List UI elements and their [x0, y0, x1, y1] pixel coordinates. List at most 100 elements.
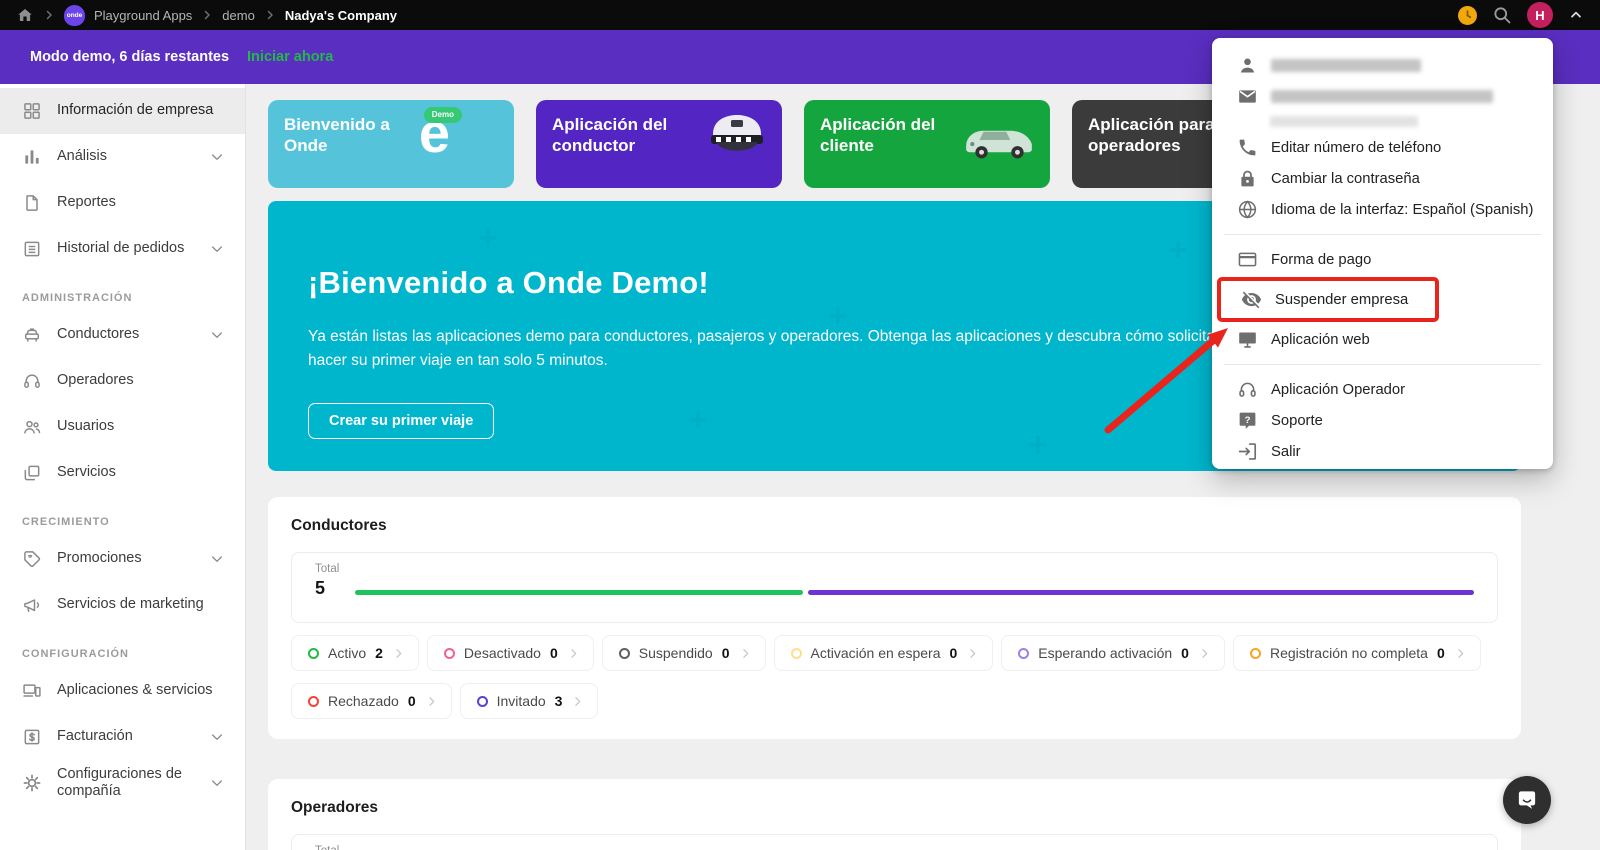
sidebar-item-label: Operadores [57, 372, 134, 389]
taxi-icon [22, 325, 42, 345]
sidebar-item-operadores[interactable]: Operadores [0, 358, 245, 404]
lock-icon [1237, 168, 1258, 189]
sidebar-item-label: Aplicaciones & servicios [57, 682, 213, 699]
sidebar-item-label: Servicios de marketing [57, 596, 204, 613]
status-chip-invitado[interactable]: Invitado 3 [459, 683, 599, 719]
envelope-icon [1237, 86, 1258, 107]
status-chip-registracion-no-completa[interactable]: Registración no completa 0 [1232, 635, 1481, 671]
dashboard-icon [22, 101, 42, 121]
phone-icon [1237, 137, 1258, 158]
sidebar-item-label: Usuarios [57, 418, 115, 435]
chevron-down-icon [209, 551, 225, 567]
menu-item-soporte[interactable]: ? Soporte [1212, 405, 1553, 436]
driver-status-chips-row-1: Activo 2 Desactivado 0 Suspendido 0 Activación… [291, 635, 1498, 671]
sidebar-item-label: Promociones [57, 550, 142, 567]
sidebar-section-header: CRECIMIENTO [22, 516, 110, 528]
status-chip-esperando-activacion[interactable]: Esperando activación 0 [1001, 635, 1225, 671]
create-first-ride-button[interactable]: Crear su primer viaje [308, 403, 495, 440]
start-now-link[interactable]: Iniciar ahora [247, 49, 333, 65]
menu-item-salir[interactable]: Salir [1212, 436, 1553, 467]
list-icon [22, 239, 42, 259]
sidebar-item-aplicaciones-servicios[interactable]: Aplicaciones & servicios [0, 668, 245, 714]
sidebar-item-informacion-de-empresa[interactable]: Información de empresa [0, 88, 245, 134]
operators-card: Operadores Total [268, 779, 1521, 850]
sidebar-item-label: Reportes [57, 194, 116, 211]
chat-launcher-button[interactable] [1503, 776, 1551, 824]
demo-banner-text: Modo demo, 6 días restantes [30, 49, 230, 65]
breadcrumb-demo[interactable]: demo [222, 8, 255, 23]
users-icon [22, 417, 42, 437]
chevron-down-icon [209, 775, 225, 791]
sidebar-item-reportes[interactable]: Reportes [0, 180, 245, 226]
sidebar-item-servicios-de-marketing[interactable]: Servicios de marketing [0, 582, 245, 628]
operators-total-panel: Total [291, 834, 1498, 850]
headset-icon [22, 371, 42, 391]
menu-divider [1224, 234, 1541, 235]
menu-item-label: Aplicación Operador [1271, 381, 1406, 398]
search-icon[interactable] [1492, 5, 1512, 25]
menu-item-label: Editar número de teléfono [1271, 139, 1442, 156]
promo-card-client-app[interactable]: Aplicación del cliente [804, 100, 1050, 188]
promo-card-title: Bienvenido a Onde [284, 115, 390, 155]
user-avatar[interactable]: H [1527, 2, 1553, 28]
sidebar-item-historial-de-pedidos[interactable]: Historial de pedidos [0, 226, 245, 272]
chip-count: 0 [1181, 645, 1189, 661]
user-email-blurred-line2 [1270, 116, 1418, 127]
status-chip-rechazado[interactable]: Rechazado 0 [291, 683, 452, 719]
sidebar-item-configuraciones-de-compania[interactable]: Configuraciones de compañía [0, 760, 245, 806]
menu-item-label: Cambiar la contraseña [1271, 170, 1420, 187]
onde-logo[interactable]: onde [64, 4, 85, 26]
menu-item-editar-numero-de-telefono[interactable]: Editar número de teléfono [1212, 132, 1553, 163]
sidebar-item-usuarios[interactable]: Usuarios [0, 404, 245, 450]
status-chip-activo[interactable]: Activo 2 [291, 635, 419, 671]
chevron-right-icon [425, 695, 438, 708]
chevron-right-icon [567, 647, 580, 660]
menu-item-cambiar-la-contrasena[interactable]: Cambiar la contraseña [1212, 163, 1553, 194]
status-chip-activacion-en-espera[interactable]: Activación en espera 0 [773, 635, 994, 671]
chip-label: Invitado [496, 693, 546, 709]
chevron-right-icon [392, 647, 405, 660]
promo-card-title: Aplicación del conductor [552, 115, 668, 155]
menu-item-forma-de-pago[interactable]: Forma de pago [1212, 244, 1553, 275]
chevron-right-icon [739, 647, 752, 660]
status-dot-icon [1249, 647, 1261, 659]
sidebar-item-label: Facturación [57, 728, 133, 745]
trial-clock-icon[interactable] [1458, 5, 1477, 25]
sidebar-item-servicios[interactable]: Servicios [0, 450, 245, 496]
chevron-right-icon [43, 9, 55, 21]
account-dropdown-menu: Editar número de teléfono Cambiar la cont… [1212, 38, 1553, 469]
sidebar-item-promociones[interactable]: Promociones [0, 536, 245, 582]
megaphone-icon [22, 595, 42, 615]
sidebar: Información de empresa Análisis Reportes Hi… [0, 84, 246, 850]
client-car-icon [960, 118, 1038, 170]
menu-item-aplicacion-operador[interactable]: Aplicación Operador [1212, 374, 1553, 405]
menu-item-aplicacion-web[interactable]: Aplicación web [1212, 324, 1553, 355]
menu-item-idioma-de-la-interfaz-espanol-spanish[interactable]: Idioma de la interfaz: Español (Spanish) [1212, 194, 1553, 225]
user-email-blurred [1271, 90, 1493, 103]
chat-bubble-icon [1514, 787, 1540, 813]
menu-item-label: Forma de pago [1271, 251, 1372, 268]
chevron-down-icon [209, 729, 225, 745]
status-chip-desactivado[interactable]: Desactivado 0 [426, 635, 594, 671]
chip-count: 3 [554, 693, 563, 709]
layers-icon [22, 463, 42, 483]
chevron-up-icon[interactable] [1568, 7, 1584, 23]
menu-item-suspender-empresa[interactable]: Suspender empresa [1217, 277, 1439, 322]
menu-row-user-name [1212, 50, 1553, 81]
status-chip-suspendido[interactable]: Suspendido 0 [601, 635, 766, 671]
drivers-status-bar [355, 590, 1474, 595]
sidebar-item-label: Historial de pedidos [57, 240, 185, 257]
chevron-down-icon [209, 149, 225, 165]
promo-card-driver-app[interactable]: Aplicación del conductor [536, 100, 782, 188]
sidebar-item-conductores[interactable]: Conductores [0, 312, 245, 358]
sidebar-item-analisis[interactable]: Análisis [0, 134, 245, 180]
headset-icon [1237, 379, 1258, 400]
drivers-card: Conductores Total 5 Activo 2 Desactivado 0 S… [268, 497, 1521, 739]
promo-card-welcome[interactable]: Bienvenido a Onde e Demo [268, 100, 514, 188]
home-icon[interactable] [16, 6, 34, 24]
breadcrumb-company[interactable]: Nadya's Company [285, 8, 397, 23]
sidebar-item-facturacion[interactable]: Facturación [0, 714, 245, 760]
menu-divider [1224, 364, 1541, 365]
breadcrumb-playground-apps[interactable]: Playground Apps [94, 8, 192, 23]
driver-cap-icon [704, 109, 770, 165]
